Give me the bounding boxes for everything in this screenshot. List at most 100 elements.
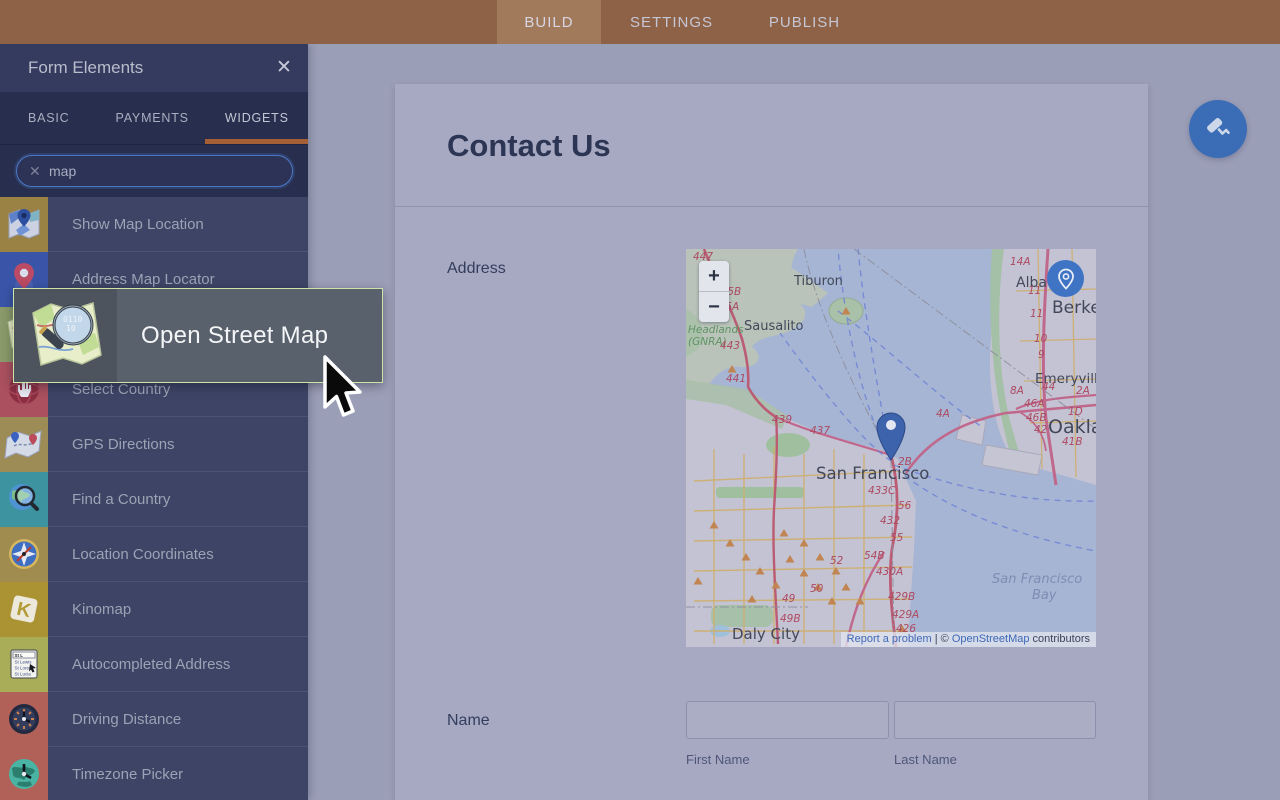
svg-text:429B: 429B bbox=[888, 591, 915, 603]
svg-text:41B: 41B bbox=[1062, 436, 1083, 448]
widget-item-label: Select Country bbox=[72, 381, 170, 398]
svg-text:2B: 2B bbox=[898, 456, 912, 468]
address-list-icon: St LSt LewisSt LorenzSt Lucia bbox=[0, 637, 48, 692]
drag-ghost-label-cell: Open Street Map bbox=[117, 289, 382, 382]
form-builder-app: BUILD SETTINGS PUBLISH Form Elements ✕ B… bbox=[0, 0, 1280, 800]
svg-text:San Francisco: San Francisco bbox=[816, 464, 929, 483]
report-problem-link[interactable]: Report a problem bbox=[847, 633, 932, 645]
svg-text:432: 432 bbox=[880, 515, 900, 527]
svg-text:439: 439 bbox=[772, 414, 792, 426]
svg-text:44: 44 bbox=[1042, 381, 1055, 393]
drag-ghost-open-street-map[interactable]: 0110 10 Open Street Map bbox=[13, 288, 383, 383]
zoom-out-button[interactable]: − bbox=[699, 292, 729, 322]
compass-icon bbox=[0, 527, 48, 582]
svg-text:50: 50 bbox=[810, 583, 824, 595]
svg-text:49: 49 bbox=[782, 593, 796, 605]
svg-text:St Lewis: St Lewis bbox=[15, 660, 33, 665]
svg-text:2A: 2A bbox=[1076, 385, 1090, 397]
address-map[interactable]: TiburonSausalitoHeadlands(GNRA)AlbaBerke… bbox=[686, 249, 1096, 647]
svg-text:430A: 430A bbox=[876, 566, 903, 578]
widget-item-timezone-picker[interactable]: Timezone Picker bbox=[0, 747, 308, 800]
svg-text:1D: 1D bbox=[1068, 406, 1083, 418]
svg-text:St Lucia: St Lucia bbox=[15, 672, 32, 677]
svg-text:San Francisco: San Francisco bbox=[992, 572, 1082, 587]
map-attribution: Report a problem | © OpenStreetMap contr… bbox=[841, 632, 1096, 647]
widget-item-location-coordinates[interactable]: Location Coordinates bbox=[0, 527, 308, 582]
kinomap-icon: K bbox=[0, 582, 48, 637]
name-field-label: Name bbox=[447, 712, 490, 730]
tab-settings[interactable]: SETTINGS bbox=[601, 0, 742, 44]
widget-item-label: Timezone Picker bbox=[72, 766, 183, 783]
widget-item-label: Find a Country bbox=[72, 491, 170, 508]
widget-item-autocompleted-address[interactable]: St LSt LewisSt LorenzSt Lucia Autocomple… bbox=[0, 637, 308, 692]
widget-item-show-map-location[interactable]: Show Map Location bbox=[0, 197, 308, 252]
form-header[interactable]: Contact Us bbox=[395, 84, 1148, 207]
tab-widgets[interactable]: WIDGETS bbox=[225, 111, 289, 125]
address-field-label: Address bbox=[447, 260, 506, 278]
drag-ghost-label: Open Street Map bbox=[141, 322, 328, 350]
widget-item-kinomap[interactable]: K Kinomap bbox=[0, 582, 308, 637]
svg-text:56: 56 bbox=[898, 500, 912, 512]
svg-text:14A: 14A bbox=[1010, 256, 1031, 268]
form-card[interactable]: Contact Us Address bbox=[395, 84, 1148, 800]
widget-item-label: Driving Distance bbox=[72, 711, 181, 728]
top-navbar: BUILD SETTINGS PUBLISH bbox=[0, 0, 1280, 44]
clock-icon bbox=[0, 692, 48, 747]
close-icon[interactable]: ✕ bbox=[274, 58, 294, 78]
svg-text:437: 437 bbox=[810, 425, 830, 437]
widget-item-label: Show Map Location bbox=[72, 216, 204, 233]
widget-item-driving-distance[interactable]: Driving Distance bbox=[0, 692, 308, 747]
gps-map-icon bbox=[0, 417, 48, 472]
tab-publish[interactable]: PUBLISH bbox=[742, 0, 867, 44]
tab-basic[interactable]: BASIC bbox=[28, 111, 70, 125]
last-name-input[interactable] bbox=[894, 701, 1096, 739]
svg-text:441: 441 bbox=[726, 373, 746, 385]
locate-pin-button[interactable] bbox=[1047, 260, 1084, 297]
search-input[interactable] bbox=[49, 163, 269, 179]
paint-roller-icon bbox=[1203, 114, 1233, 144]
first-name-sublabel: First Name bbox=[686, 752, 889, 767]
form-canvas: Contact Us Address bbox=[308, 44, 1280, 800]
osm-link[interactable]: OpenStreetMap bbox=[952, 633, 1030, 645]
form-title: Contact Us bbox=[447, 128, 611, 164]
svg-text:10: 10 bbox=[66, 324, 76, 333]
svg-text:0110: 0110 bbox=[63, 315, 82, 324]
widget-item-gps-directions[interactable]: GPS Directions bbox=[0, 417, 308, 472]
svg-text:49B: 49B bbox=[780, 613, 801, 625]
widget-item-label: Location Coordinates bbox=[72, 546, 214, 563]
svg-text:46B: 46B bbox=[1026, 412, 1047, 424]
zoom-in-button[interactable]: + bbox=[699, 261, 729, 291]
tab-build[interactable]: BUILD bbox=[497, 0, 601, 44]
svg-text:10: 10 bbox=[1034, 333, 1048, 345]
clear-search-icon[interactable]: ✕ bbox=[29, 163, 45, 180]
svg-text:4A: 4A bbox=[936, 408, 950, 420]
svg-text:Daly City: Daly City bbox=[732, 625, 800, 643]
active-tab-underline bbox=[205, 139, 308, 144]
last-name-sublabel: Last Name bbox=[894, 752, 1096, 767]
svg-text:Berkele: Berkele bbox=[1052, 298, 1096, 318]
svg-text:Sausalito: Sausalito bbox=[744, 319, 804, 334]
svg-text:54B: 54B bbox=[864, 550, 885, 562]
widget-item-label: Autocompleted Address bbox=[72, 656, 230, 673]
search-pill[interactable]: ✕ bbox=[16, 155, 293, 187]
attribution-suffix: contributors bbox=[1029, 633, 1090, 645]
osm-icon: 0110 10 bbox=[14, 289, 117, 382]
map-location-icon bbox=[0, 197, 48, 252]
openstreetmap-canvas: TiburonSausalitoHeadlands(GNRA)AlbaBerke… bbox=[686, 249, 1096, 647]
first-name-input[interactable] bbox=[686, 701, 889, 739]
form-designer-button[interactable] bbox=[1189, 100, 1247, 158]
svg-text:433C: 433C bbox=[868, 485, 896, 497]
tab-payments[interactable]: PAYMENTS bbox=[116, 111, 189, 125]
svg-text:11: 11 bbox=[1030, 308, 1043, 320]
form-elements-panel: Form Elements ✕ BASIC PAYMENTS WIDGETS ✕… bbox=[0, 44, 308, 800]
svg-text:443: 443 bbox=[720, 340, 740, 352]
widget-item-find-a-country[interactable]: Find a Country bbox=[0, 472, 308, 527]
widget-item-label: Kinomap bbox=[72, 601, 131, 618]
navbar-tabs: BUILD SETTINGS PUBLISH bbox=[497, 0, 867, 44]
attribution-separator: | © bbox=[932, 633, 952, 645]
pin-outline-icon bbox=[1055, 268, 1077, 290]
widget-item-label: Address Map Locator bbox=[72, 271, 215, 288]
panel-title: Form Elements bbox=[28, 58, 143, 78]
svg-text:Tiburon: Tiburon bbox=[793, 274, 843, 289]
widget-item-label: GPS Directions bbox=[72, 436, 175, 453]
